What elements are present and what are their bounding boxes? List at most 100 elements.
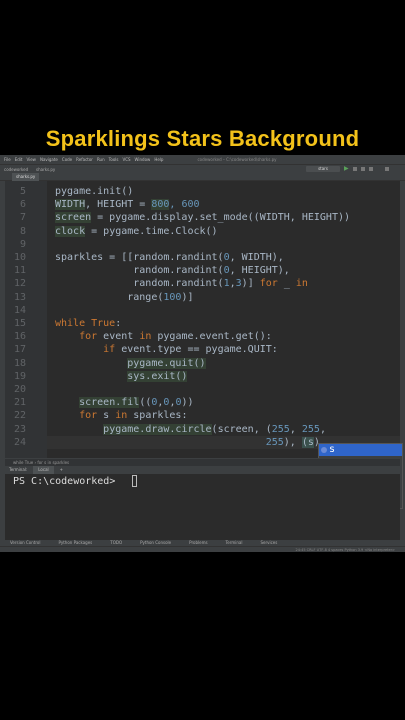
- code-text: random.randint(0, HEIGHT),: [55, 264, 290, 277]
- code-editor[interactable]: 5 pygame.init() 6 WIDTH, HEIGHT = 800, 600 7…: [0, 181, 405, 458]
- code-token: if: [55, 344, 116, 356]
- navigation-bar: codeworked sharks.py stars ▶: [0, 164, 405, 173]
- line-number[interactable]: 24: [8, 436, 26, 449]
- code-token: :: [115, 318, 122, 329]
- code-line[interactable]: 17 if event.type == pygame.QUIT:: [0, 343, 405, 356]
- code-token: _: [277, 278, 296, 290]
- add-terminal-icon[interactable]: +: [60, 466, 63, 474]
- line-number[interactable]: 13: [8, 291, 26, 304]
- menu-edit[interactable]: Edit: [15, 157, 23, 162]
- code-text: for s in sparkles:: [55, 409, 187, 422]
- menu-run[interactable]: Run: [97, 157, 105, 162]
- line-number[interactable]: 22: [8, 409, 26, 422]
- terminal-tab-local[interactable]: Local: [33, 466, 54, 474]
- line-number[interactable]: 23: [8, 423, 26, 436]
- line-number[interactable]: 20: [8, 383, 26, 396]
- code-token: event: [97, 331, 140, 343]
- line-number[interactable]: 19: [8, 370, 26, 383]
- code-line[interactable]: 14: [0, 304, 405, 317]
- menu-tools[interactable]: Tools: [109, 157, 119, 162]
- code-line[interactable]: 23 pygame.draw.circle(screen, (255, 255,: [0, 423, 405, 436]
- code-text: pygame.quit(): [55, 357, 206, 370]
- code-text: pygame.init(): [55, 185, 133, 198]
- code-line[interactable]: 8 clock = pygame.time.Clock(): [0, 225, 405, 238]
- line-number[interactable]: 5: [8, 185, 26, 198]
- coverage-icon[interactable]: [361, 167, 365, 171]
- line-number[interactable]: 12: [8, 277, 26, 290]
- code-token: )): [181, 397, 194, 409]
- line-number[interactable]: 14: [8, 304, 26, 317]
- line-number[interactable]: 18: [8, 357, 26, 370]
- search-icon[interactable]: [385, 167, 389, 171]
- line-number[interactable]: 17: [8, 343, 26, 356]
- run-config-select[interactable]: stars: [306, 166, 340, 172]
- code-line[interactable]: 21 screen.fil((0,0,0)): [0, 396, 405, 409]
- menu-vcs[interactable]: VCS: [122, 157, 130, 162]
- editor-tab-sharks[interactable]: sharks.py: [12, 173, 40, 181]
- menu-code[interactable]: Code: [62, 157, 72, 162]
- terminal-panel[interactable]: PS C:\codeworked>: [5, 474, 400, 540]
- file-crumb[interactable]: sharks.py: [36, 167, 55, 172]
- code-text: for event in pygame.event.get():: [55, 330, 272, 343]
- code-token: random.randint(: [55, 265, 224, 277]
- line-number[interactable]: 16: [8, 330, 26, 343]
- code-line[interactable]: 11 random.randint(0, HEIGHT),: [0, 264, 405, 277]
- code-text: pygame.draw.circle(screen, (255, 255,: [55, 423, 326, 436]
- code-line[interactable]: 10 sparkles = [[random.randint(0, WIDTH),: [0, 251, 405, 264]
- code-line[interactable]: 7 screen = pygame.display.set_mode((WIDTH…: [0, 211, 405, 224]
- code-token: , HEIGHT),: [229, 265, 290, 277]
- code-breadcrumb[interactable]: while True › for s in sparkles: [5, 458, 400, 466]
- project-crumb[interactable]: codeworked: [4, 167, 28, 172]
- code-line[interactable]: 16 for event in pygame.event.get():: [0, 330, 405, 343]
- stop-icon[interactable]: [369, 167, 373, 171]
- code-token: ,: [319, 423, 326, 435]
- code-token: ),: [283, 436, 302, 448]
- code-line[interactable]: 5 pygame.init(): [0, 185, 405, 198]
- line-number[interactable]: 9: [8, 238, 26, 251]
- code-line[interactable]: 15 while True:: [0, 317, 405, 330]
- code-text: if event.type == pygame.QUIT:: [55, 343, 278, 356]
- code-token: = pygame.display.set_mode((WIDTH, HEIGHT…: [91, 212, 351, 224]
- code-token: for: [55, 331, 98, 343]
- line-number[interactable]: 15: [8, 317, 26, 330]
- code-line[interactable]: 9: [0, 238, 405, 251]
- debug-icon[interactable]: [353, 167, 357, 171]
- code-line[interactable]: 6 WIDTH, HEIGHT = 800, 600: [0, 198, 405, 211]
- menu-window[interactable]: Window: [135, 157, 151, 162]
- code-line[interactable]: 22 for s in sparkles:: [0, 409, 405, 422]
- code-token: 255: [301, 423, 320, 435]
- code-token: ((: [139, 397, 152, 409]
- line-number[interactable]: 8: [8, 225, 26, 238]
- menu-refactor[interactable]: Refactor: [76, 157, 93, 162]
- code-line[interactable]: 13 range(100)]: [0, 291, 405, 304]
- line-number[interactable]: 6: [8, 198, 26, 211]
- video-title: Sparklings Stars Background: [45, 126, 360, 151]
- code-token: in: [139, 331, 152, 343]
- code-line[interactable]: 18 pygame.quit(): [0, 357, 405, 370]
- menu-bar: File Edit View Navigate Code Refactor Ru…: [0, 155, 405, 164]
- menu-file[interactable]: File: [4, 157, 11, 162]
- code-text: sparkles = [[random.randint(0, WIDTH),: [55, 251, 284, 264]
- line-number[interactable]: 11: [8, 264, 26, 277]
- line-number[interactable]: 21: [8, 396, 26, 409]
- line-number[interactable]: 10: [8, 251, 26, 264]
- code-text: clock = pygame.time.Clock(): [55, 225, 218, 238]
- code-text: random.randint(1,3)] for _ in: [55, 277, 308, 290]
- code-token: (s: [301, 436, 314, 448]
- autocomplete-item[interactable]: s: [319, 444, 402, 456]
- code-token: clock: [55, 225, 86, 237]
- code-line[interactable]: 20: [0, 383, 405, 396]
- window-path: codeworked – C:\codeworked\sharks.py: [197, 157, 277, 162]
- terminal-label: Terminal:: [9, 467, 28, 472]
- code-text: screen = pygame.display.set_mode((WIDTH,…: [55, 211, 350, 224]
- terminal-prompt: PS C:\codeworked>: [13, 476, 122, 487]
- menu-navigate[interactable]: Navigate: [40, 157, 58, 162]
- menu-view[interactable]: View: [26, 157, 36, 162]
- menu-help[interactable]: Help: [154, 157, 163, 162]
- line-number[interactable]: 7: [8, 211, 26, 224]
- run-icon[interactable]: ▶: [344, 166, 349, 172]
- code-line[interactable]: 12 random.randint(1,3)] for _ in: [0, 277, 405, 290]
- code-line[interactable]: 19 sys.exit(): [0, 370, 405, 383]
